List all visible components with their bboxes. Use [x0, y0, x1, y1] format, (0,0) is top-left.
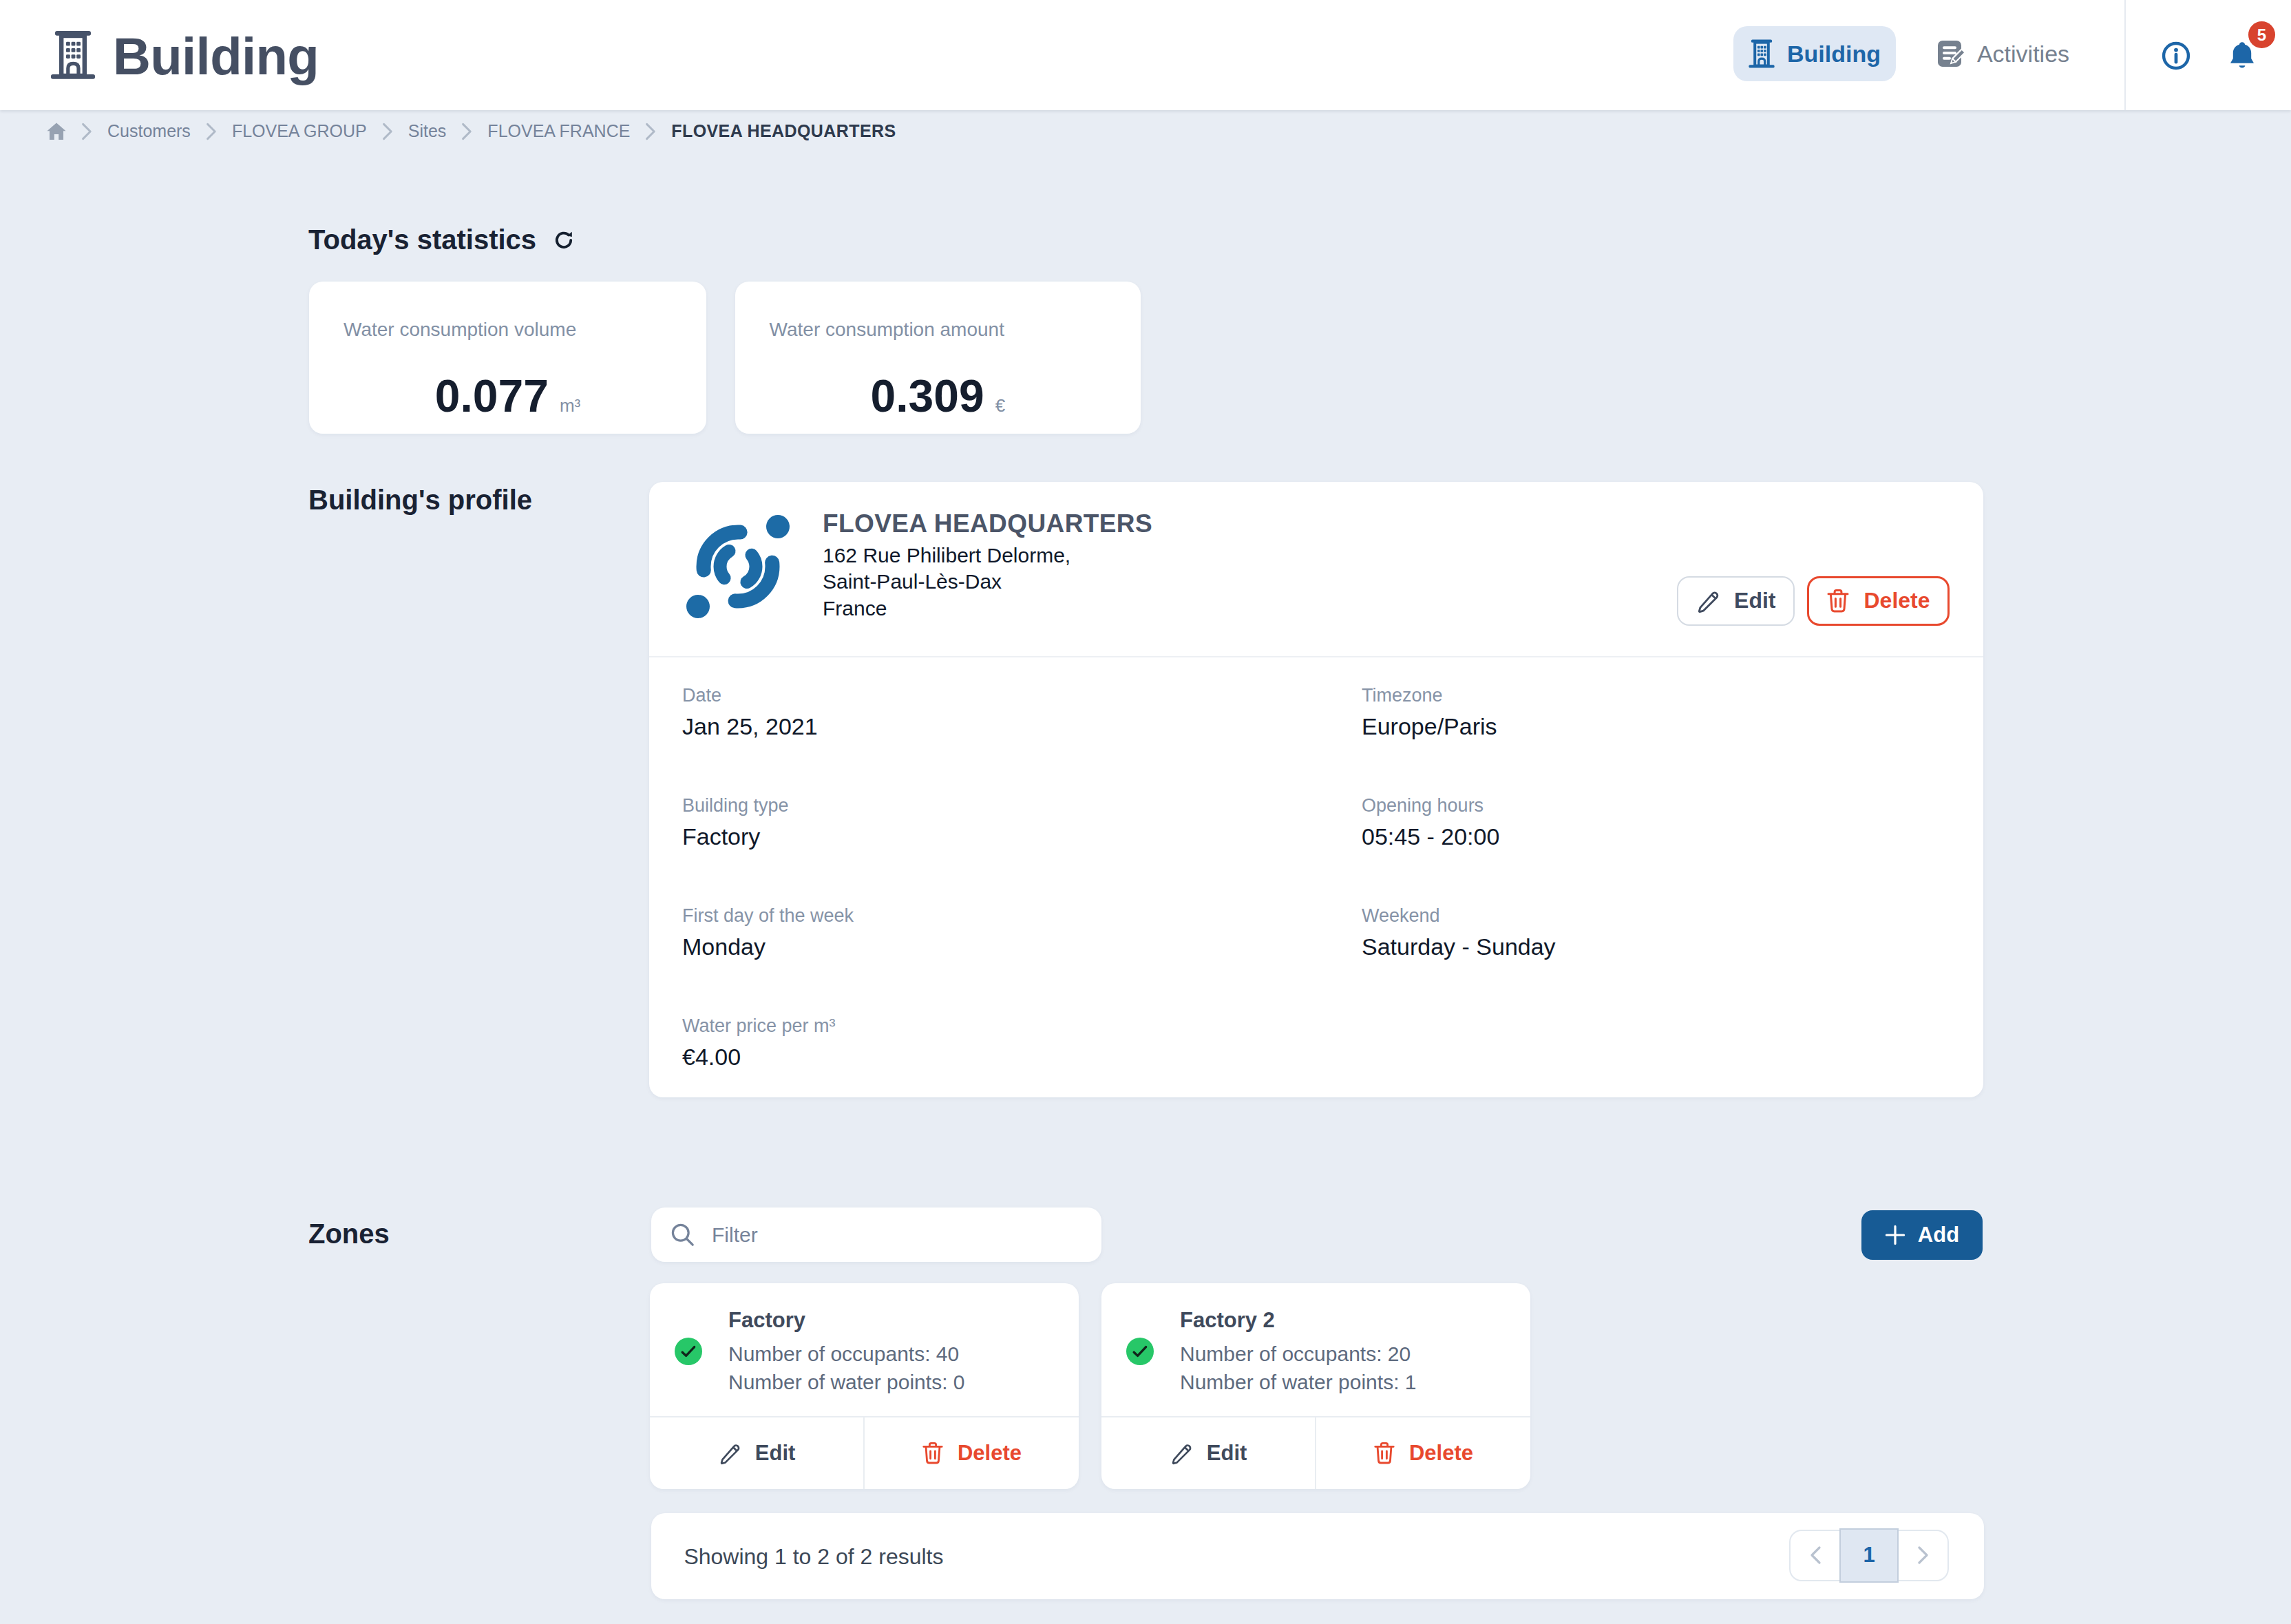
- detail-building-type: Building type Factory: [682, 794, 789, 851]
- detail-opening-hours: Opening hours 05:45 - 20:00: [1362, 794, 1499, 851]
- building-address: 162 Rue Philibert Delorme, Saint-Paul-Lè…: [823, 542, 1070, 622]
- detail-water-price: Water price per m³ €4.00: [682, 1015, 836, 1071]
- zone-card-factory: Factory Number of occupants: 40 Number o…: [650, 1283, 1079, 1489]
- pencil-icon: [718, 1442, 741, 1465]
- tab-activities-label: Activities: [1977, 41, 2069, 67]
- stat-value: 0.077: [435, 370, 549, 422]
- stat-card-volume: Water consumption volume 0.077 m³: [309, 282, 706, 434]
- edit-zone-button[interactable]: Edit: [1101, 1417, 1315, 1488]
- chevron-right-icon: [461, 123, 472, 140]
- delete-zone-button[interactable]: Delete: [1315, 1417, 1530, 1488]
- breadcrumb-sites[interactable]: Sites: [408, 121, 447, 141]
- chevron-right-icon: [1917, 1546, 1930, 1565]
- active-check-icon: [1126, 1338, 1154, 1365]
- home-icon[interactable]: [47, 123, 66, 140]
- add-zone-button[interactable]: Add: [1861, 1210, 1983, 1260]
- chevron-right-icon: [206, 123, 217, 140]
- building-name: FLOVEA HEADQUARTERS: [823, 509, 1152, 538]
- delete-zone-button[interactable]: Delete: [863, 1417, 1078, 1488]
- tab-building-label: Building: [1787, 41, 1881, 67]
- breadcrumb: Customers FLOVEA GROUP Sites FLOVEA FRAN…: [47, 121, 896, 141]
- pencil-icon: [1170, 1442, 1193, 1465]
- edit-zone-button[interactable]: Edit: [650, 1417, 863, 1488]
- zone-actions: Edit Delete: [650, 1416, 1079, 1488]
- info-icon[interactable]: [2162, 41, 2190, 70]
- profile-heading: Building's profile: [308, 485, 532, 516]
- trash-icon: [1373, 1441, 1395, 1466]
- stat-value: 0.309: [870, 370, 984, 422]
- activities-icon: [1937, 40, 1965, 67]
- chevron-right-icon: [645, 123, 656, 140]
- building-tab-icon: [1749, 39, 1775, 68]
- detail-timezone: Timezone Europe/Paris: [1362, 684, 1497, 741]
- zone-filter: [651, 1208, 1101, 1262]
- plus-icon: [1885, 1225, 1905, 1245]
- refresh-icon[interactable]: [554, 231, 573, 250]
- stats-heading-row: Today's statistics: [308, 224, 573, 255]
- stat-label: Water consumption amount: [770, 319, 1141, 341]
- delete-building-button[interactable]: Delete: [1807, 576, 1950, 626]
- stat-card-amount: Water consumption amount 0.309 €: [735, 282, 1141, 434]
- stat-unit: m³: [560, 395, 580, 416]
- pencil-icon: [1696, 589, 1720, 613]
- flovea-logo: [683, 512, 793, 622]
- pager: 1: [1789, 1530, 1949, 1581]
- building-profile-card: FLOVEA HEADQUARTERS 162 Rue Philibert De…: [649, 482, 1983, 1097]
- edit-building-button[interactable]: Edit: [1677, 576, 1795, 626]
- profile-divider: [649, 656, 1983, 657]
- detail-date: Date Jan 25, 2021: [682, 684, 818, 741]
- chevron-right-icon: [382, 123, 393, 140]
- current-page[interactable]: 1: [1839, 1528, 1899, 1583]
- header-divider: [2124, 0, 2126, 110]
- breadcrumb-flovea-group[interactable]: FLOVEA GROUP: [232, 121, 367, 141]
- page: Building Building: [0, 0, 2291, 1624]
- app-header: Building Building: [0, 0, 2291, 110]
- pagination-card: Showing 1 to 2 of 2 results 1: [651, 1513, 1984, 1599]
- zone-stats: Number of occupants: 20 Number of water …: [1180, 1340, 1417, 1396]
- zone-title: Factory 2: [1180, 1308, 1275, 1333]
- stat-label: Water consumption volume: [344, 319, 706, 341]
- breadcrumb-flovea-france[interactable]: FLOVEA FRANCE: [487, 121, 630, 141]
- breadcrumb-current: FLOVEA HEADQUARTERS: [671, 121, 896, 141]
- trash-icon: [922, 1441, 944, 1466]
- filter-input[interactable]: [709, 1222, 1059, 1248]
- trash-icon: [1826, 588, 1850, 614]
- tab-building[interactable]: Building: [1733, 26, 1896, 81]
- app-title: Building: [113, 26, 319, 86]
- zone-actions: Edit Delete: [1101, 1416, 1530, 1488]
- detail-first-day: First day of the week Monday: [682, 905, 854, 961]
- building-logo-icon: [51, 30, 95, 80]
- results-summary: Showing 1 to 2 of 2 results: [684, 1543, 943, 1569]
- prev-page-button[interactable]: [1791, 1531, 1839, 1580]
- stat-unit: €: [995, 395, 1005, 416]
- notification-badge: 5: [2248, 21, 2275, 48]
- next-page-button[interactable]: [1899, 1531, 1947, 1580]
- zone-title: Factory: [728, 1308, 805, 1333]
- zone-stats: Number of occupants: 40 Number of water …: [728, 1340, 965, 1396]
- chevron-left-icon: [1809, 1546, 1822, 1565]
- zone-card-factory-2: Factory 2 Number of occupants: 20 Number…: [1101, 1283, 1530, 1489]
- breadcrumb-customers[interactable]: Customers: [107, 121, 191, 141]
- stats-heading: Today's statistics: [308, 224, 536, 255]
- tab-activities[interactable]: Activities: [1922, 26, 2084, 81]
- search-icon: [671, 1223, 695, 1247]
- detail-weekend: Weekend Saturday - Sunday: [1362, 905, 1556, 961]
- zones-heading: Zones: [308, 1219, 390, 1249]
- chevron-right-icon: [81, 123, 92, 140]
- active-check-icon: [675, 1338, 702, 1365]
